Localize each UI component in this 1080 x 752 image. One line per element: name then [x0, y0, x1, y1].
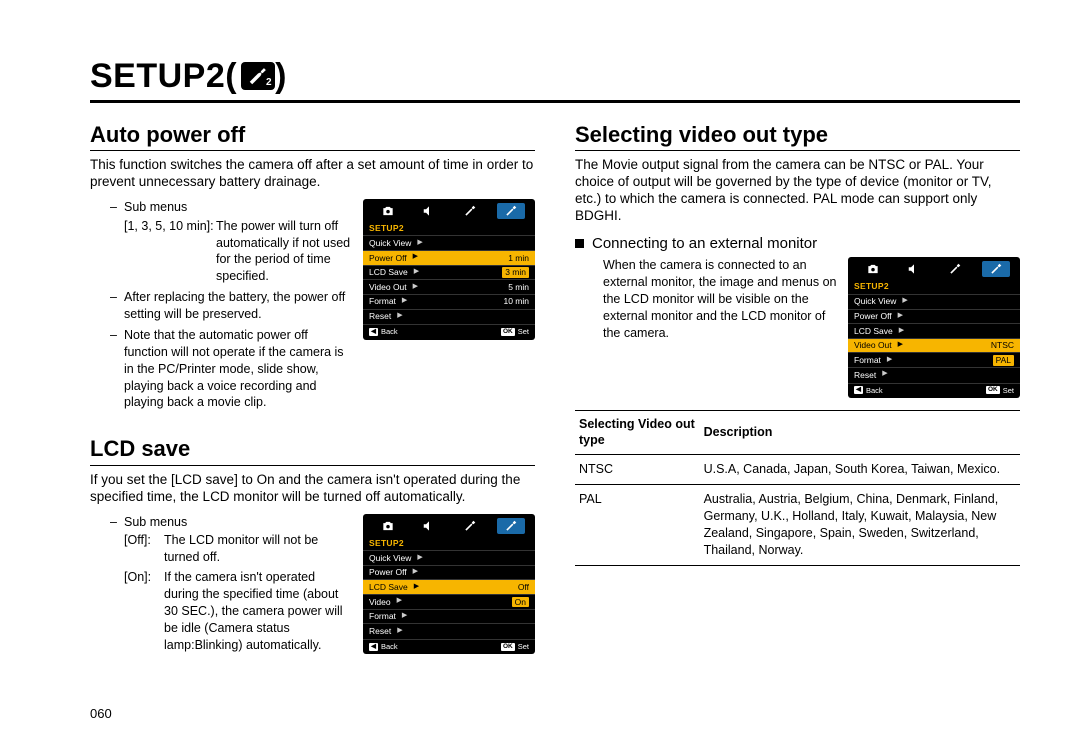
opt-val: The power will turn off automatically if…	[216, 218, 353, 286]
off-key: [Off]:	[124, 532, 164, 566]
wrench2-icon	[982, 261, 1010, 277]
wrench2-icon	[497, 203, 525, 219]
square-bullet-icon	[575, 239, 584, 248]
sub-label-2: Sub menus	[124, 514, 187, 531]
sound-icon	[415, 518, 443, 534]
table-row: NTSC U.S.A, Canada, Japan, South Korea, …	[575, 455, 1020, 485]
page-title: SETUP2( 2 )	[90, 55, 1020, 103]
lcd-header: SETUP2	[848, 280, 1020, 294]
lcd-screenshot-lcdsave: SETUP2 Quick View▶ Power Off▶ LCD Save▶O…	[363, 514, 535, 655]
intro-auto-power-off: This function switches the camera off af…	[90, 157, 535, 191]
title-suffix: )	[275, 55, 287, 98]
heading-auto-power-off: Auto power off	[90, 121, 535, 152]
icon-subscript: 2	[266, 77, 272, 90]
sound-icon	[900, 261, 928, 277]
th-type: Selecting Video out type	[575, 411, 700, 455]
title-prefix: SETUP2(	[90, 55, 237, 98]
th-desc: Description	[700, 411, 1020, 455]
sound-icon	[415, 203, 443, 219]
bullet-connecting: Connecting to an external monitor	[592, 235, 817, 254]
on-key: [On]:	[124, 569, 164, 653]
video-type-table: Selecting Video out type Description NTS…	[575, 410, 1020, 566]
lcd-screenshot-poweroff: SETUP2 Quick View▶ Power Off▶1 min LCD S…	[363, 199, 535, 340]
on-val: If the camera isn't operated during the …	[164, 569, 353, 653]
wrench1-icon	[456, 518, 484, 534]
intro-lcd-save: If you set the [LCD save] to On and the …	[90, 472, 535, 506]
submenu-block-1: –Sub menus [1, 3, 5, 10 min]: The power …	[110, 199, 353, 414]
wrench-icon: 2	[241, 62, 275, 90]
heading-video-out: Selecting video out type	[575, 121, 1020, 152]
note-exception: Note that the automatic power off functi…	[124, 327, 353, 411]
camera-icon	[374, 203, 402, 219]
submenu-block-2: –Sub menus [Off]: The LCD monitor will n…	[110, 514, 353, 654]
table-row: PAL Australia, Austria, Belgium, China, …	[575, 485, 1020, 566]
lcd-header: SETUP2	[363, 222, 535, 236]
bullet-body: When the camera is connected to an exter…	[603, 257, 838, 341]
heading-lcd-save: LCD save	[90, 435, 535, 466]
right-column: Selecting video out type The Movie outpu…	[575, 117, 1020, 655]
camera-icon	[374, 518, 402, 534]
page-number: 060	[90, 706, 112, 722]
wrench2-icon	[497, 518, 525, 534]
off-val: The LCD monitor will not be turned off.	[164, 532, 353, 566]
wrench1-icon	[941, 261, 969, 277]
note-battery: After replacing the battery, the power o…	[124, 289, 353, 323]
left-column: Auto power off This function switches th…	[90, 117, 535, 655]
camera-icon	[859, 261, 887, 277]
opt-key: [1, 3, 5, 10 min]:	[124, 218, 216, 286]
intro-video-out: The Movie output signal from the camera …	[575, 157, 1020, 225]
sub-label: Sub menus	[124, 199, 187, 216]
lcd-header: SETUP2	[363, 537, 535, 551]
lcd-screenshot-video: SETUP2 Quick View▶ Power Off▶ LCD Save▶ …	[848, 257, 1020, 398]
wrench1-icon	[456, 203, 484, 219]
